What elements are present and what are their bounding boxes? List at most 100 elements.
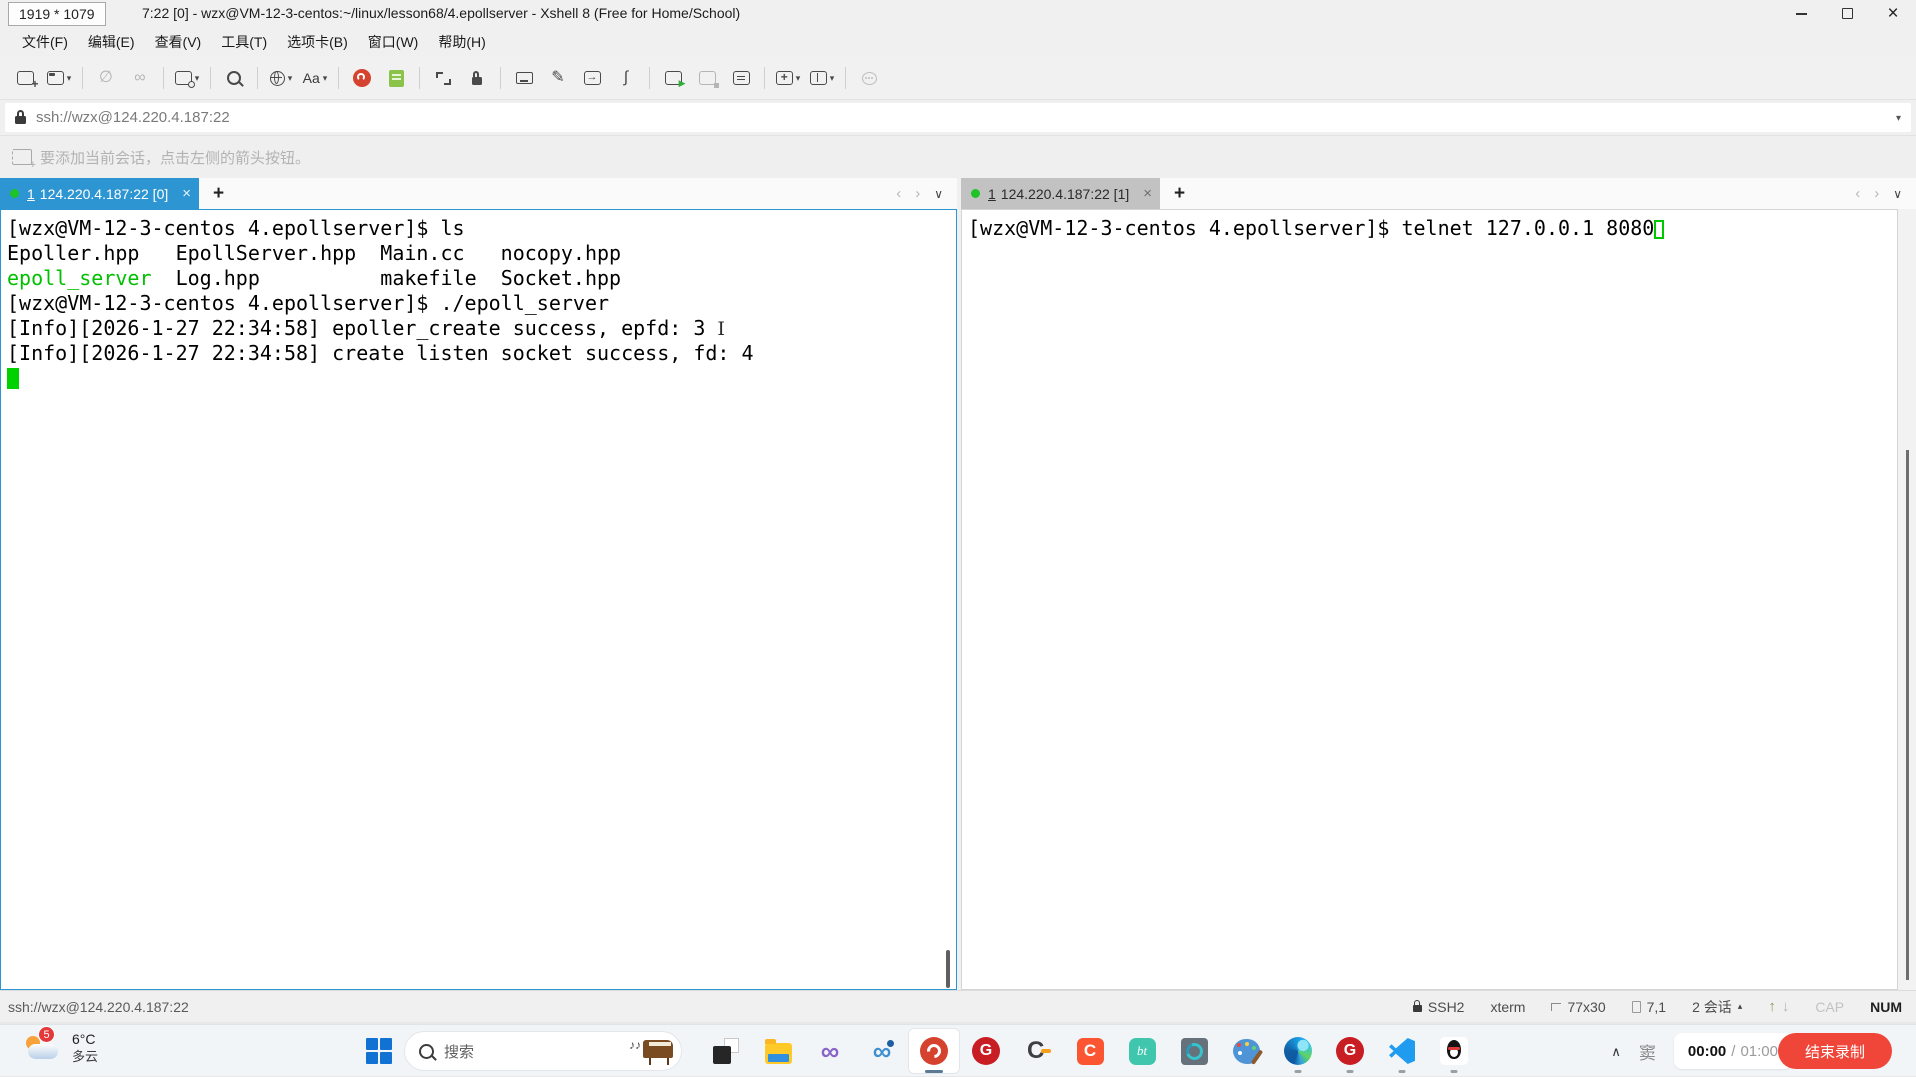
session-log-button[interactable] [724,63,758,93]
menu-bar: 文件(F) 编辑(E) 查看(V) 工具(T) 选项卡(B) 窗口(W) 帮助(… [0,27,1916,57]
minimize-button[interactable] [1778,0,1824,27]
session-properties-button[interactable] [170,63,204,93]
tab-index: 1 [27,186,35,202]
tab-session-0[interactable]: 1 124.220.4.187:22 [0] × [0,178,199,209]
maximize-button[interactable] [1824,0,1870,27]
tab-list-dropdown-icon[interactable] [934,188,943,200]
stop-recording-button[interactable]: 结束录制 [1778,1033,1892,1069]
terminal-cursor [1654,220,1664,239]
stop-script-button[interactable] [690,63,724,93]
send-text-button[interactable] [575,63,609,93]
chat-button[interactable] [852,63,886,93]
new-tab-plus-button[interactable]: + [213,183,224,205]
tab-close-icon[interactable]: × [1143,185,1152,202]
tab-session-1[interactable]: 1 124.220.4.187:22 [1] × [961,178,1160,209]
tab-close-icon[interactable]: × [182,185,191,202]
scroll-tools-button[interactable] [609,63,643,93]
xftp-button[interactable] [379,63,413,93]
open-session-button[interactable] [42,63,76,93]
taskbar-app-paint-palette[interactable] [1220,1028,1272,1074]
connected-dot-icon [971,189,980,198]
run-script-button[interactable] [656,63,690,93]
menu-help[interactable]: 帮助(H) [428,28,495,56]
menu-view[interactable]: 查看(V) [145,28,212,56]
title-bar: 1919 * 1079 7:22 [0] - wzx@VM-12-3-cento… [0,0,1916,27]
taskbar-app-visual-studio[interactable]: ∞ [804,1028,856,1074]
search-icon [227,71,241,85]
tab-scroll-right-icon[interactable] [1874,186,1879,201]
taskbar-search-box[interactable]: 搜索 ♪♪ [404,1031,682,1071]
globe-mesh-icon [1181,1038,1208,1065]
new-session-button[interactable] [8,63,42,93]
xagent-button[interactable] [345,63,379,93]
terminal-left[interactable]: [wzx@VM-12-3-centos 4.epollserver]$ lsEp… [0,209,957,990]
taskbar-app-gitee[interactable]: G [960,1028,1012,1074]
weather-text: 6°C 多云 [72,1031,98,1065]
lock-screen-button[interactable] [460,63,494,93]
cursor-position-label: 7,1 [1647,999,1666,1015]
compose-button[interactable] [541,63,575,93]
taskbar-app-globe-mesh[interactable] [1168,1028,1220,1074]
toolbar-separator [338,67,339,89]
right-terminal-scrollbar[interactable] [1898,209,1916,990]
address-input[interactable]: ssh://wzx@124.220.4.187:22 [5,103,1911,132]
virtual-keyboard-button[interactable] [507,63,541,93]
chevron-down-icon [796,73,801,84]
chevron-down-icon [67,73,72,84]
tab-label: 124.220.4.187:22 [0] [40,186,168,202]
left-terminal-scrollbar-thumb[interactable] [946,950,950,988]
fullscreen-button[interactable] [426,63,460,93]
tab-scroll-left-icon[interactable] [896,186,901,201]
find-button[interactable] [217,63,251,93]
chevron-down-icon [288,73,293,84]
edge-icon [1284,1037,1312,1065]
status-session-count[interactable]: 2 会话 [1692,997,1742,1017]
reconnect-button[interactable] [123,63,157,93]
taskbar-app-csdn[interactable]: C [1064,1028,1116,1074]
address-dropdown-icon[interactable] [1896,113,1901,124]
disconnect-icon [99,70,113,86]
fullscreen-icon [436,72,451,85]
taskbar-app-bit-notes[interactable]: bt [1116,1028,1168,1074]
running-indicator [1295,1070,1302,1073]
menu-edit[interactable]: 编辑(E) [78,28,145,56]
start-button[interactable] [366,1038,392,1064]
new-tab-button[interactable] [771,63,805,93]
menu-file[interactable]: 文件(F) [12,28,78,56]
encoding-button[interactable] [264,63,298,93]
menu-window[interactable]: 窗口(W) [358,28,429,56]
disconnect-button[interactable] [89,63,123,93]
taskbar-app-visual-studio-blue[interactable]: ∞ [856,1028,908,1074]
menu-tabs[interactable]: 选项卡(B) [277,28,358,56]
right-terminal-scrollbar-thumb[interactable] [1906,450,1909,980]
add-session-hint-icon [12,149,32,165]
tab-scroll-right-icon[interactable] [915,186,920,201]
piano-keys [649,1042,671,1046]
pen-icon [551,70,564,86]
ime-indicator[interactable]: 窦 [1639,1039,1656,1064]
tab-list-dropdown-icon[interactable] [1893,188,1902,200]
taskbar-app-snipping-layers[interactable] [700,1028,752,1074]
status-right-cluster: SSH2 xterm 77x30 7,1 2 会话 ↑↓ CAP NUM [1413,997,1916,1017]
taskbar-app-file-explorer[interactable] [752,1028,804,1074]
taskbar-app-leetcode[interactable]: C [1012,1028,1064,1074]
tab-bar-right: 1 124.220.4.187:22 [1] × + [961,178,1916,209]
scroll-ribbon-icon [624,70,628,86]
taskbar-app-edge[interactable] [1272,1028,1324,1074]
screen-size-label: 77x30 [1567,999,1605,1015]
menu-tools[interactable]: 工具(T) [211,28,277,56]
vscode-icon [1389,1038,1415,1064]
new-tab-plus-button[interactable]: + [1174,183,1185,205]
taskbar-app-vscode[interactable] [1376,1028,1428,1074]
taskbar-weather-widget[interactable]: 5 6°C 多云 [24,1030,98,1066]
taskbar-app-gitee-alt[interactable]: G [1324,1028,1376,1074]
taskbar-app-xshell-active[interactable] [908,1028,960,1074]
terminal-right[interactable]: [wzx@VM-12-3-centos 4.epollserver]$ teln… [961,209,1898,990]
split-layout-button[interactable] [805,63,839,93]
piano-legs [667,1058,670,1065]
taskbar-app-qq[interactable] [1428,1028,1480,1074]
tab-scroll-left-icon[interactable] [1855,186,1860,201]
tray-expand-icon[interactable] [1611,1044,1621,1060]
close-button[interactable] [1870,0,1916,27]
font-button[interactable]: Aa [298,63,332,93]
